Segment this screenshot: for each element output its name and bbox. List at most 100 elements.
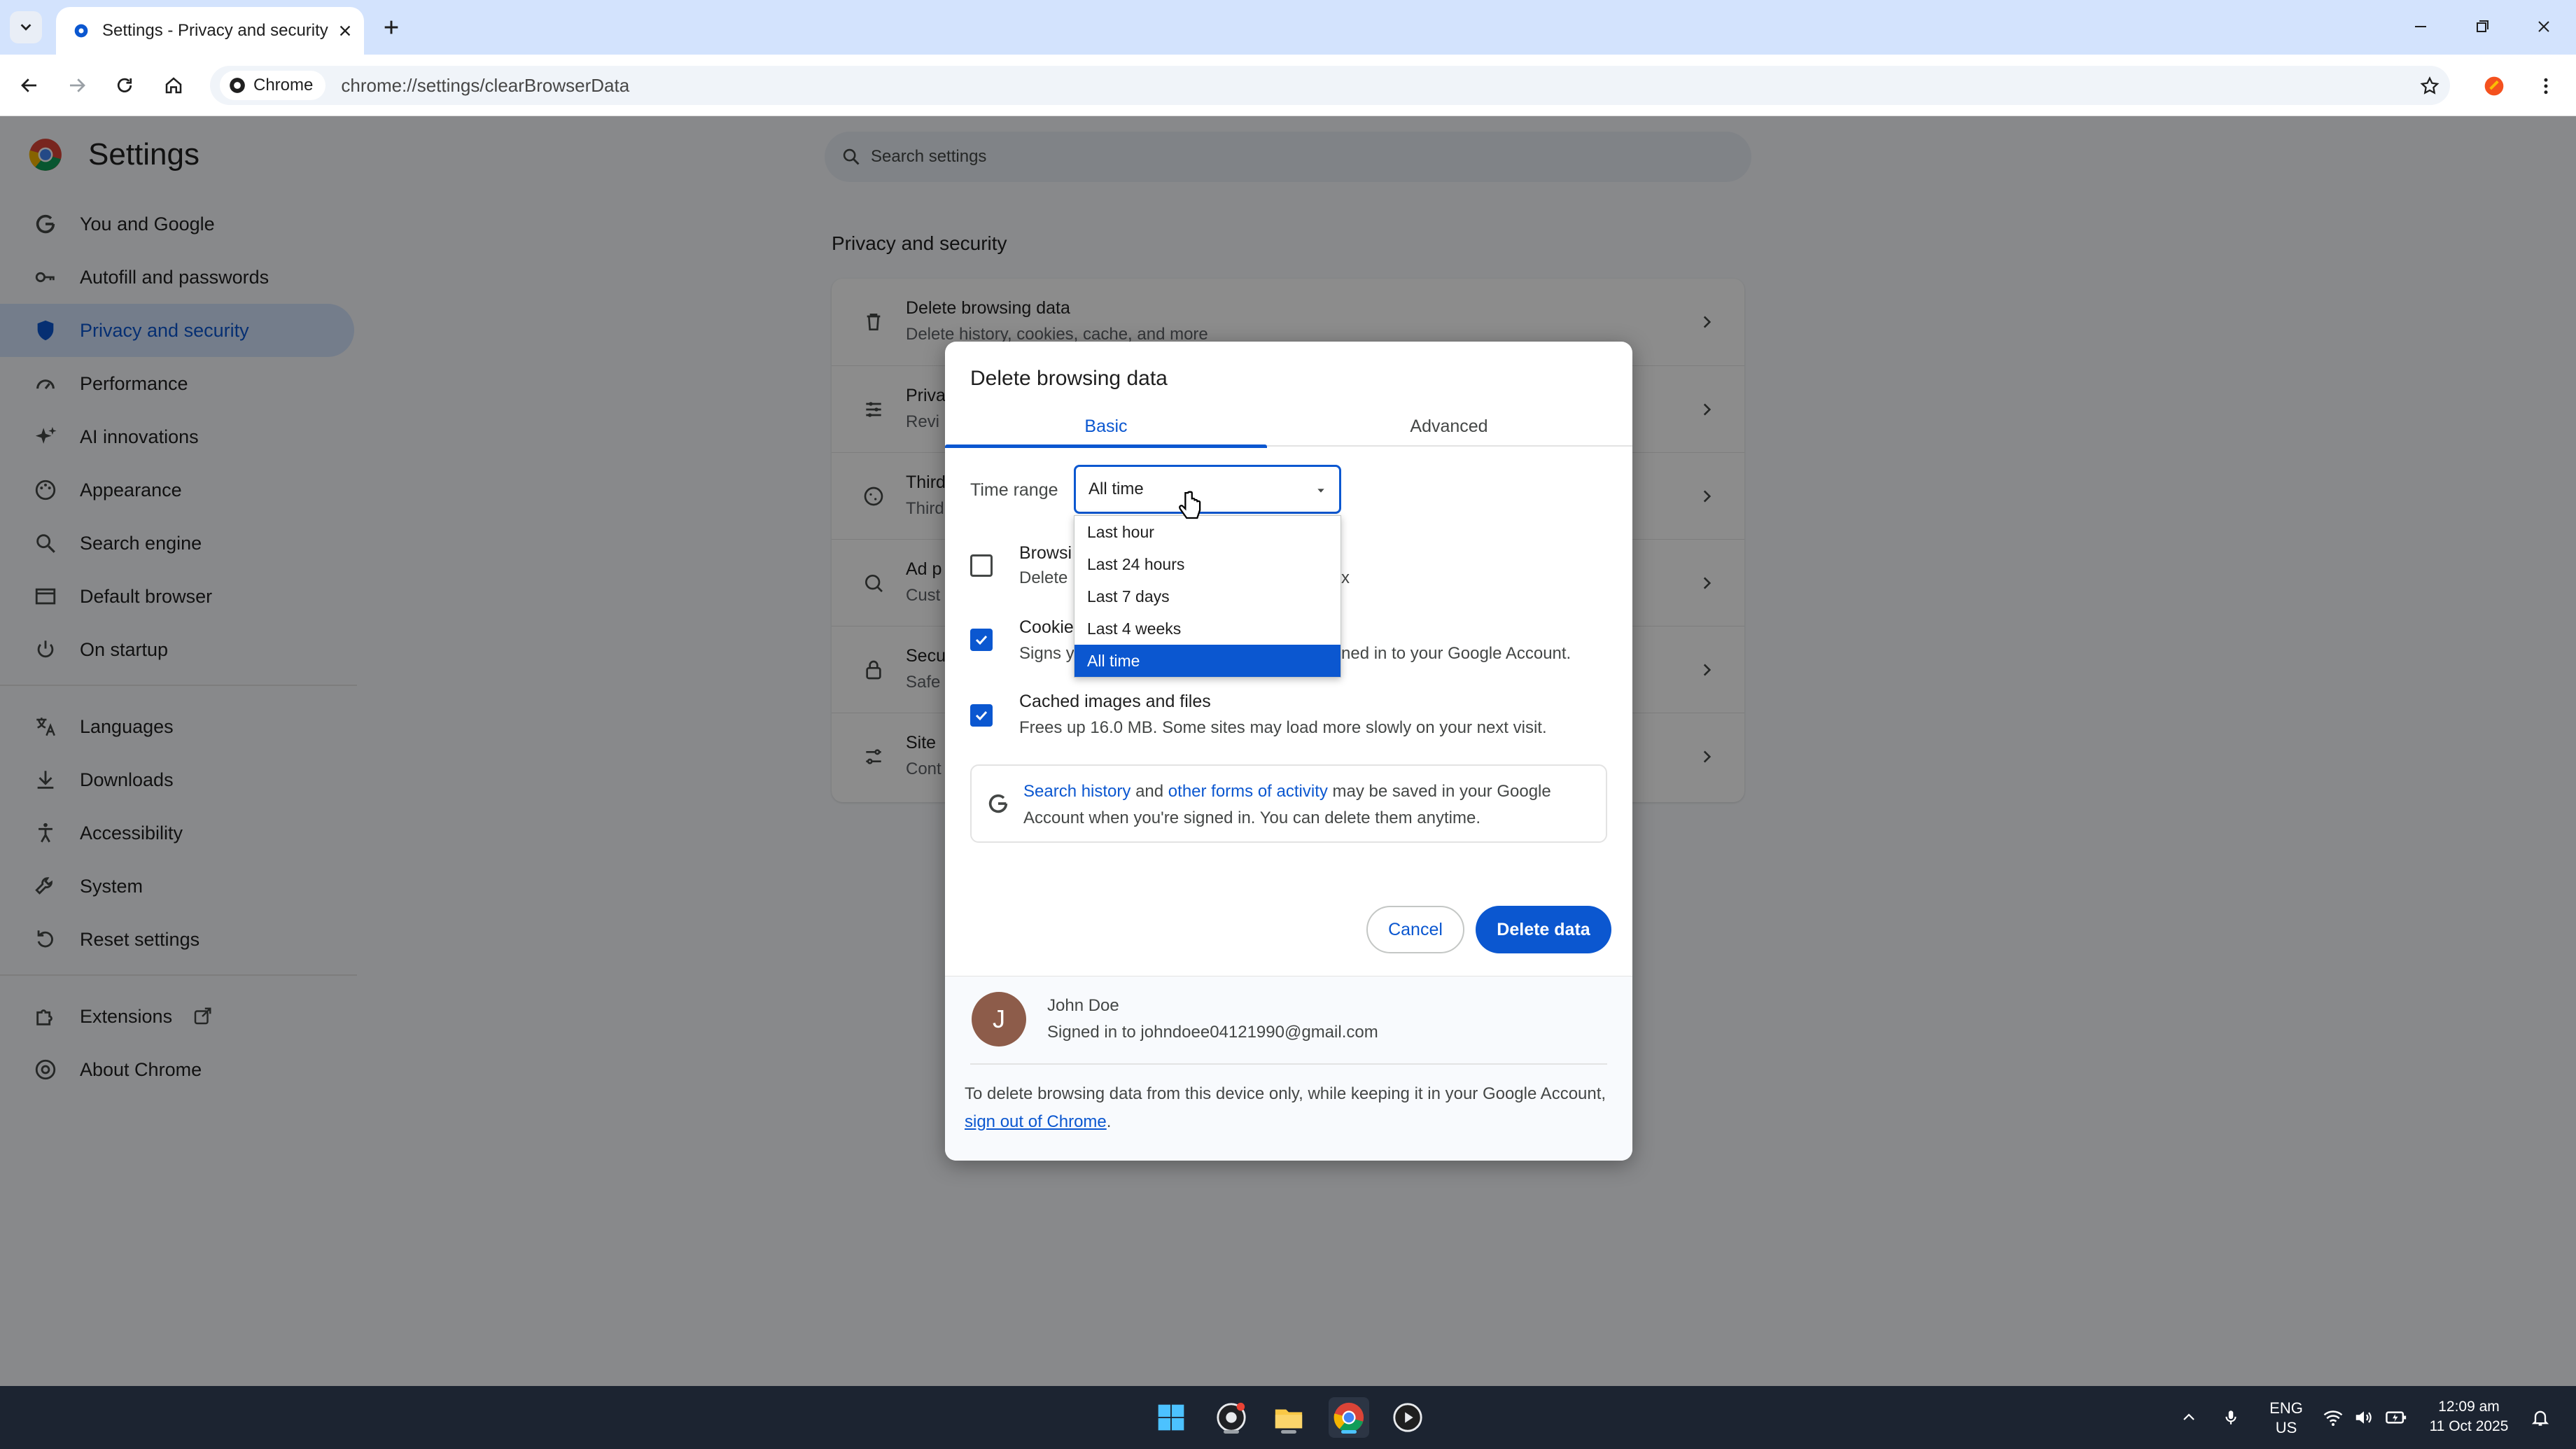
notifications-button[interactable] [2527,1404,2554,1431]
site-info-chip[interactable]: Chrome [220,71,326,100]
tab-basic[interactable]: Basic [945,406,1267,448]
option-title: Cookie [1019,617,1074,637]
show-hidden-icons-button[interactable] [2176,1404,2202,1431]
account-email: Signed in to johndoee04121990@gmail.com [1047,1023,1378,1042]
microphone-button[interactable] [2218,1404,2244,1431]
checkmark-icon [975,635,988,645]
tab-label: Advanced [1410,416,1488,436]
back-button[interactable] [11,67,48,104]
delete-data-button[interactable]: Delete data [1476,906,1611,953]
account-name: John Doe [1047,996,1119,1015]
active-tab-indicator [945,444,1267,448]
dropdown-arrow-icon [1317,489,1324,493]
time-range-value: All time [1088,479,1144,498]
tab-search-button[interactable] [10,11,42,43]
restore-icon [2477,20,2488,32]
play-icon [1393,1403,1422,1432]
taskbar-app-recorder[interactable] [1211,1397,1252,1438]
chevron-up-icon [2183,1413,2194,1420]
forward-button[interactable] [59,67,95,104]
option-all-time[interactable]: All time [1074,645,1340,677]
footer-text-end: . [1106,1112,1112,1131]
plus-icon [384,20,398,34]
option-last-24-hours[interactable]: Last 24 hours [1074,548,1340,580]
dialog-title: Delete browsing data [970,367,1168,390]
home-icon [165,77,182,94]
speaker-icon [2356,1411,2372,1424]
running-indicator [1224,1430,1239,1434]
cookies-checkbox[interactable] [970,629,993,651]
tab-settings[interactable]: Settings - Privacy and security [56,7,364,55]
time-range-label: Time range [970,480,1058,500]
sign-out-link[interactable]: sign out of Chrome [965,1112,1107,1131]
bookmark-button[interactable] [2414,70,2446,102]
taskbar-app-file-explorer[interactable] [1268,1397,1309,1438]
url-text: chrome://settings/clearBrowserData [341,74,630,96]
reload-button[interactable] [106,67,143,104]
info-text: Search history and other forms of activi… [1023,778,1597,832]
clock-time: 12:09 am [2438,1399,2500,1415]
cancel-button[interactable]: Cancel [1366,906,1464,953]
extension-button[interactable] [2478,70,2510,102]
option-last-4-weeks[interactable]: Last 4 weeks [1074,612,1340,645]
close-window-button[interactable] [2523,10,2565,43]
option-subtitle: Frees up 16.0 MB. Some sites may load mo… [1019,718,1547,737]
option-subtitle: Delete [1019,568,1068,587]
option-last-7-days[interactable]: Last 7 days [1074,580,1340,612]
star-icon [2420,76,2440,94]
minimize-button[interactable] [2400,10,2442,43]
other-activity-link[interactable]: other forms of activity [1168,782,1328,801]
option-subtitle-tail: ned in to your Google Account. [1341,644,1572,663]
chevron-down-icon [20,24,31,31]
home-button[interactable] [155,67,192,104]
region-code: US [2275,1419,2297,1436]
active-indicator [1341,1430,1357,1434]
gear-icon [74,24,88,38]
footer-text-body: To delete browsing data from this device… [965,1084,1606,1103]
option-last-hour[interactable]: Last hour [1074,516,1340,548]
browsing-history-checkbox[interactable] [970,554,993,577]
option-title: Browsi [1019,543,1072,563]
chrome-icon [230,78,245,93]
arrow-left-icon [21,78,36,92]
avatar: J [972,992,1026,1046]
clock[interactable]: 12:09 am 11 Oct 2025 [2423,1397,2514,1436]
tab-strip: Settings - Privacy and security [0,0,2576,55]
google-activity-info: Search history and other forms of activi… [970,764,1607,843]
footer-text: To delete browsing data from this device… [965,1080,1609,1136]
tab-advanced[interactable]: Advanced [1288,406,1610,447]
dialog-tabs: Basic Advanced [945,406,1632,448]
time-range-select[interactable]: All time [1074,465,1341,514]
notification-bell-icon [2531,1410,2549,1426]
checkmark-icon [975,710,988,721]
info-and: and [1130,782,1168,801]
option-subtitle-tail: x [1341,568,1350,587]
volume-button[interactable] [2351,1404,2377,1431]
more-vert-icon [2544,78,2548,94]
recorder-app-icon [1217,1402,1246,1432]
taskbar-app-media-player[interactable] [1387,1397,1428,1438]
google-g-icon [984,790,1012,818]
footer-divider [970,1063,1607,1065]
battery-charging-icon [2386,1411,2407,1424]
dialog-footer: J John Doe Signed in to johndoee04121990… [945,976,1632,1161]
input-language[interactable]: ENG US [2265,1399,2307,1438]
extension-icon [2484,76,2504,96]
search-history-link[interactable]: Search history [1023,782,1130,801]
new-tab-button[interactable] [377,13,406,42]
wifi-button[interactable] [2320,1404,2346,1431]
browser-toolbar: Chrome chrome://settings/clearBrowserDat… [0,55,2576,116]
language-code: ENG [2269,1399,2303,1417]
browser-menu-button[interactable] [2530,70,2562,102]
battery-button[interactable] [2383,1404,2409,1431]
taskbar-app-chrome[interactable] [1329,1397,1369,1438]
start-button[interactable] [1151,1397,1191,1438]
close-icon [2538,21,2549,32]
chip-label: Chrome [253,76,314,94]
address-bar[interactable]: Chrome chrome://settings/clearBrowserDat… [210,66,2450,105]
minimize-icon [2415,26,2426,27]
close-icon[interactable] [337,23,353,38]
restore-button[interactable] [2461,10,2503,43]
reload-icon [117,78,132,92]
cached-images-checkbox[interactable] [970,704,993,727]
